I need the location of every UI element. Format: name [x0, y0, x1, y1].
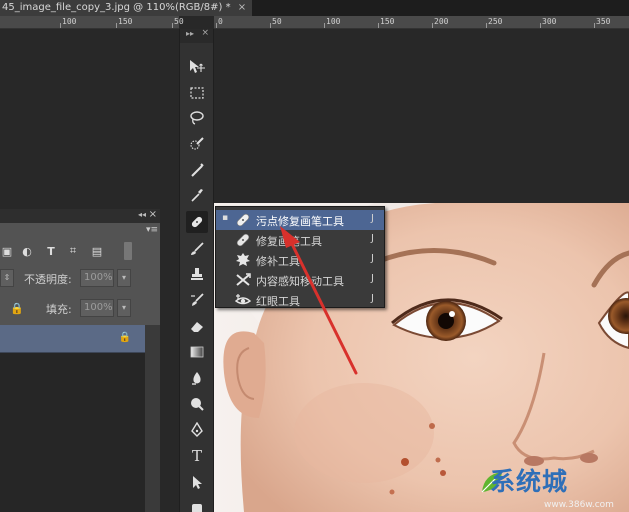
annotation-arrow [280, 226, 358, 375]
watermark-url: www.386w.com [544, 500, 614, 510]
watermark-text: 系统城 [490, 467, 569, 496]
watermark-logo: 系统城 www.386w.com [478, 462, 629, 512]
